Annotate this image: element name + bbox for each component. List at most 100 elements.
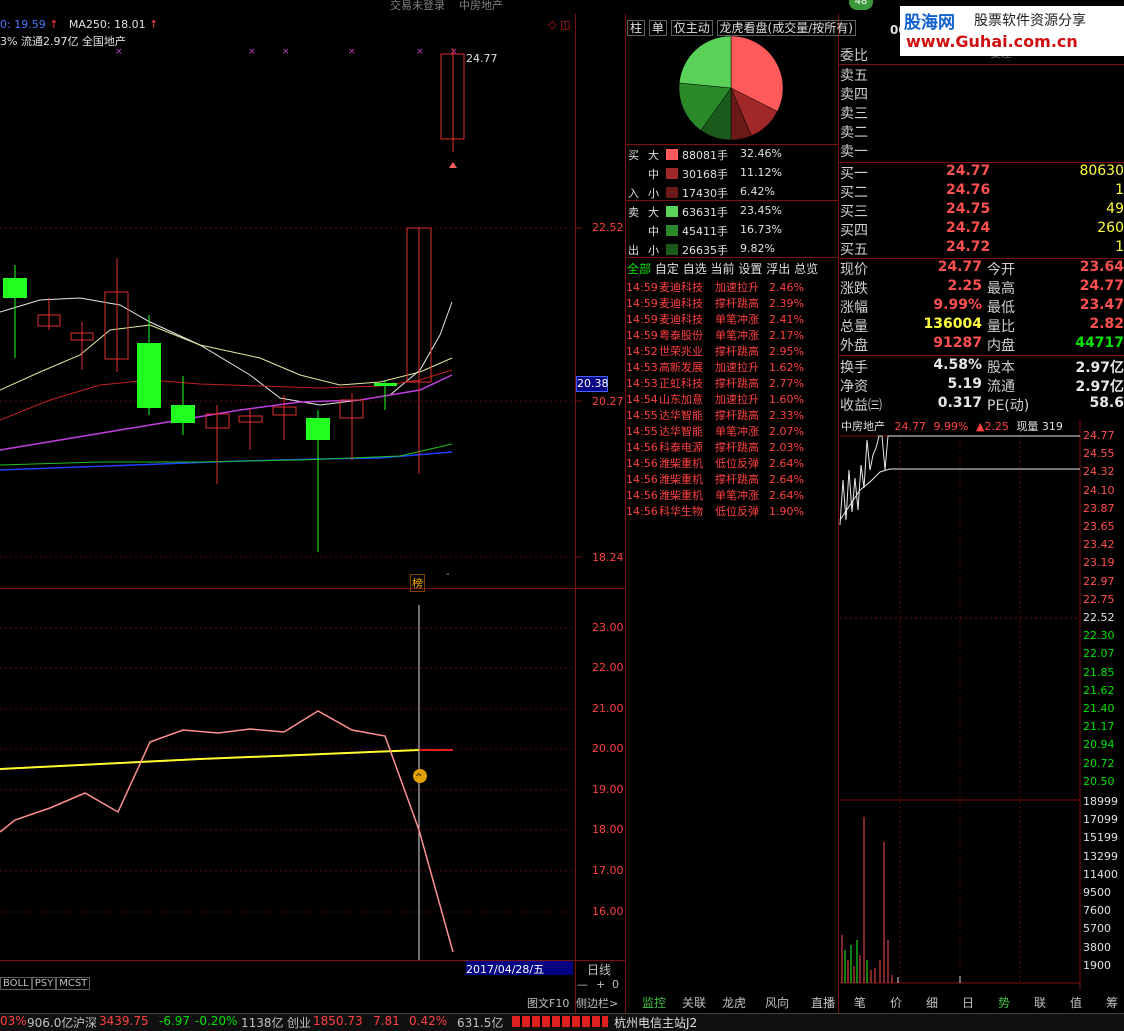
buy-level-price: 24.76: [946, 182, 991, 198]
sell-row[interactable]: 卖三: [840, 103, 1124, 122]
signal-pct: 2.64%: [769, 489, 804, 502]
signal-tab-custom[interactable]: 自定: [655, 262, 679, 276]
buy-row[interactable]: 买五 24.72 1: [840, 239, 1124, 258]
signal-row[interactable]: 14:56潍柴重机 单笔冲涨 2.64%: [626, 487, 804, 503]
buy-row[interactable]: 买一 24.77 80630: [840, 163, 1124, 182]
money-flow-row: 出小 26635手 9.82%: [628, 242, 838, 259]
signal-row[interactable]: 14:56潍柴重机 撑杆跳高 2.64%: [626, 471, 804, 487]
indicator-axis-label: 23.00: [592, 621, 624, 634]
right-tab[interactable]: 笔: [848, 994, 872, 1012]
tab-active-only[interactable]: 仅主动: [670, 20, 713, 36]
buy-row[interactable]: 买二 24.76 1: [840, 182, 1124, 201]
indicator-chart[interactable]: ^: [0, 605, 575, 960]
signal-type: 单笔冲涨: [715, 329, 759, 342]
stat-value: 5.19: [947, 376, 982, 392]
signal-row[interactable]: 14:53正虹科技 撑杆跳高 2.77%: [626, 375, 804, 391]
stat-label: 涨跌: [840, 281, 868, 297]
signal-tab-settings[interactable]: 设置: [738, 262, 762, 276]
sell-row[interactable]: 卖二: [840, 122, 1124, 141]
sell-level-label: 卖三: [840, 106, 868, 122]
sell-row[interactable]: 卖五: [840, 65, 1124, 84]
flow-side-label: 出: [628, 244, 639, 257]
signal-row[interactable]: 14:54山东加意 加速拉升 1.60%: [626, 391, 804, 407]
signal-tab-all[interactable]: 全部: [627, 262, 651, 276]
right-tab[interactable]: 筹: [1100, 994, 1124, 1012]
stat-value: 2.97亿: [1075, 379, 1124, 395]
status-item: -6.97: [159, 1014, 191, 1028]
signal-stock: 正虹科技: [659, 377, 703, 390]
right-tab[interactable]: 关联: [674, 994, 714, 1012]
signal-row[interactable]: 14:59麦迪科技 撑杆跳高 2.39%: [626, 295, 804, 311]
signal-row[interactable]: 14:55达华智能 单笔冲涨 2.07%: [626, 423, 804, 439]
right-tab[interactable]: 值: [1064, 994, 1088, 1012]
sell-row[interactable]: 卖一: [840, 141, 1124, 160]
signal-type: 加速拉升: [715, 393, 759, 406]
signal-stock: 科泰电源: [659, 441, 703, 454]
signal-row[interactable]: 14:53高新发展 加速拉升 1.62%: [626, 359, 804, 375]
signal-tab-current[interactable]: 当前: [711, 262, 735, 276]
flow-size-label: 中: [648, 225, 659, 238]
stat-value: 24.77: [937, 259, 982, 275]
zoom-out-button[interactable]: —: [577, 978, 588, 991]
signal-tab-overview[interactable]: 总览: [794, 262, 818, 276]
signal-row[interactable]: 14:56科华生物 低位反弹 1.90%: [626, 503, 804, 519]
right-tab[interactable]: 细: [920, 994, 944, 1012]
server-status[interactable]: 杭州电信主站J2: [614, 1014, 697, 1031]
intraday-price-tick: 22.52: [1083, 611, 1115, 624]
signal-row[interactable]: 14:59麦迪科技 单笔冲涨 2.41%: [626, 311, 804, 327]
tab-dragon-tiger[interactable]: 龙虎看盘(成交量/按所有): [716, 20, 856, 36]
sidebar-toggle-button[interactable]: 侧边栏>: [576, 995, 618, 1011]
period-label[interactable]: 日线: [587, 961, 611, 978]
signal-marker: ×: [348, 47, 356, 57]
signal-type: 撑杆跳高: [715, 297, 759, 310]
signal-time: 14:53: [626, 377, 658, 390]
signal-row[interactable]: 14:56科泰电源 撑杆跳高 2.03%: [626, 439, 804, 455]
f10-button[interactable]: 图文F10: [527, 995, 569, 1011]
signal-pct: 2.33%: [769, 409, 804, 422]
right-tab[interactable]: 龙虎: [714, 994, 754, 1012]
right-tab[interactable]: 联: [1028, 994, 1052, 1012]
signal-tab-float[interactable]: 浮出: [766, 262, 790, 276]
signal-tab-watchlist[interactable]: 自选: [683, 262, 707, 276]
tab-mcst[interactable]: MCST: [56, 977, 91, 990]
signal-row[interactable]: 14:55达华智能 撑杆跳高 2.33%: [626, 407, 804, 423]
buy-row[interactable]: 买四 24.74 260: [840, 220, 1124, 239]
tab-psy[interactable]: PSY: [31, 977, 57, 990]
tab-boll[interactable]: BOLL: [0, 977, 32, 990]
flow-size-label: 大: [648, 149, 659, 162]
reset-button[interactable]: 0: [612, 978, 619, 991]
right-tab[interactable]: 日: [956, 994, 980, 1012]
buy-level-volume: 1: [1115, 239, 1124, 255]
signal-row[interactable]: 14:56潍柴重机 低位反弹 2.64%: [626, 455, 804, 471]
status-item: 1138亿: [241, 1016, 284, 1030]
signal-row[interactable]: 14:59粤泰股份 单笔冲涨 2.17%: [626, 327, 804, 343]
intraday-pct: 9.99%: [933, 420, 969, 433]
stat-label: 最高: [987, 281, 1015, 297]
flow-hands: 30168手: [682, 168, 728, 181]
watermark-slogan: 股票软件资源分享: [974, 13, 1086, 29]
money-flow-row: 中 45411手 16.73%: [628, 223, 838, 240]
indicator-line-pink: [0, 710, 454, 953]
intraday-chart[interactable]: [839, 420, 1081, 990]
signal-stock: 潍柴重机: [659, 489, 703, 502]
right-tab[interactable]: 势: [992, 994, 1016, 1012]
stat-label: 总量: [840, 319, 868, 335]
intraday-price-tick: 20.50: [1083, 774, 1115, 788]
sell-row[interactable]: 卖四: [840, 84, 1124, 103]
zoom-in-button[interactable]: +: [596, 978, 605, 991]
rank-badge[interactable]: 榜: [410, 574, 425, 592]
signal-row[interactable]: 14:59麦迪科技 加速拉升 2.46%: [626, 279, 804, 295]
tab-column[interactable]: 柱: [627, 20, 646, 36]
buy-row[interactable]: 买三 24.75 49: [840, 201, 1124, 220]
right-tab[interactable]: 风向: [757, 994, 797, 1012]
intraday-price-tick: 21.85: [1083, 665, 1115, 679]
right-tab[interactable]: 价: [884, 994, 908, 1012]
notification-badge[interactable]: 48: [849, 0, 873, 10]
intraday-volume-tick: 7600: [1083, 904, 1111, 918]
right-tab[interactable]: 监控: [634, 994, 674, 1012]
tab-single[interactable]: 单: [648, 20, 667, 36]
intraday-volume-tick: 17099: [1083, 813, 1118, 827]
signal-row[interactable]: 14:52世荣兆业 撑杆跳高 2.95%: [626, 343, 804, 359]
right-tab[interactable]: 直播: [803, 994, 843, 1012]
flow-pct: 11.12%: [740, 166, 782, 179]
